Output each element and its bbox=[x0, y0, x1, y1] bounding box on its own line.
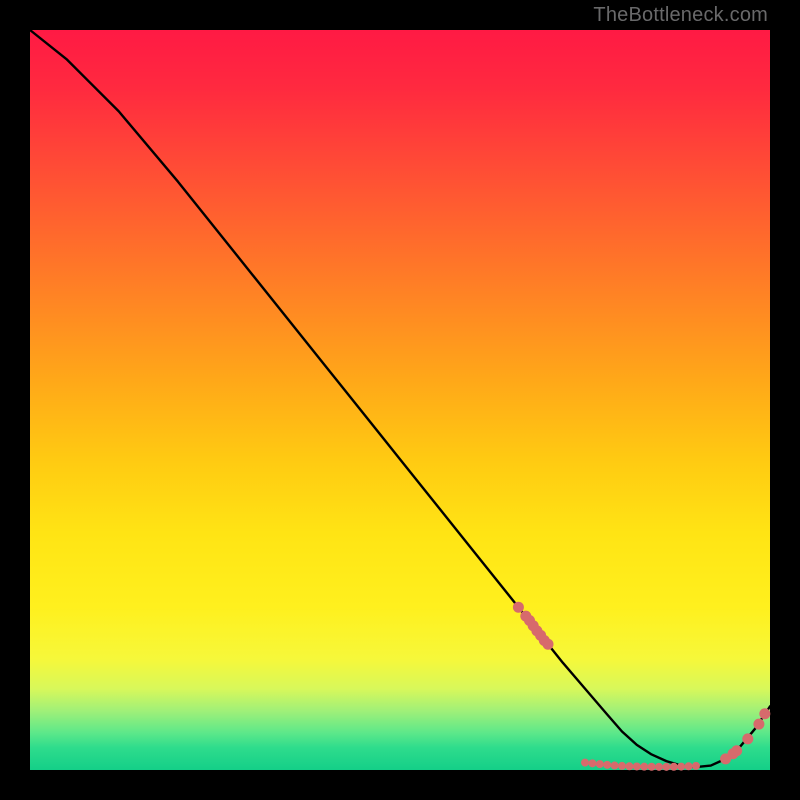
data-marker bbox=[731, 745, 742, 756]
curve-layer bbox=[30, 30, 770, 770]
data-marker bbox=[759, 708, 770, 719]
data-marker bbox=[513, 602, 524, 613]
data-markers bbox=[513, 602, 770, 771]
data-marker bbox=[692, 762, 700, 770]
data-marker bbox=[670, 763, 678, 771]
data-marker bbox=[662, 763, 670, 771]
chart-container: TheBottleneck.com bbox=[0, 0, 800, 800]
data-marker bbox=[685, 762, 693, 770]
data-marker bbox=[611, 762, 619, 770]
data-marker bbox=[543, 639, 554, 650]
bottleneck-curve bbox=[30, 30, 770, 767]
data-marker bbox=[648, 763, 656, 771]
data-marker bbox=[655, 763, 663, 771]
data-marker bbox=[677, 763, 685, 771]
data-marker bbox=[618, 762, 626, 770]
data-marker bbox=[581, 759, 589, 767]
data-marker bbox=[588, 759, 596, 767]
watermark-label: TheBottleneck.com bbox=[593, 4, 768, 27]
plot-area bbox=[30, 30, 770, 770]
data-marker bbox=[640, 763, 648, 771]
data-marker bbox=[596, 760, 604, 768]
data-marker bbox=[753, 719, 764, 730]
data-marker bbox=[603, 761, 611, 769]
data-marker bbox=[742, 733, 753, 744]
data-marker bbox=[625, 762, 633, 770]
data-marker bbox=[633, 762, 641, 770]
